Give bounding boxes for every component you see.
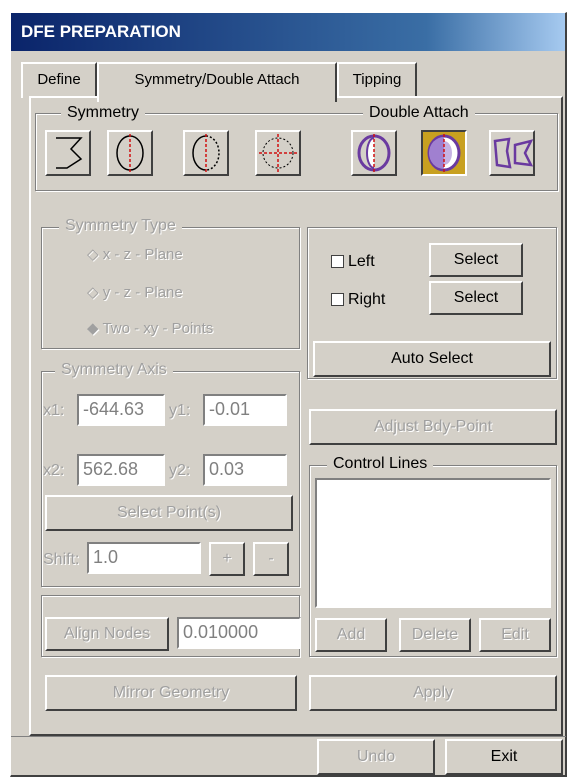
- radio-diamond-selected-icon: ◆: [87, 320, 103, 337]
- window-title: DFE PREPARATION: [11, 13, 565, 51]
- radio-xz-plane[interactable]: ◇ x - z - Plane: [87, 245, 183, 263]
- align-nodes-button[interactable]: Align Nodes: [45, 617, 169, 651]
- dfe-preparation-window: DFE PREPARATION Define Symmetry/Double A…: [10, 12, 567, 777]
- y1-field[interactable]: -0.01: [203, 394, 287, 426]
- y2-label: y2:: [169, 462, 191, 479]
- radio-diamond-icon: ◇: [87, 246, 103, 263]
- shift-plus-button[interactable]: +: [209, 542, 245, 576]
- y2-field[interactable]: 0.03: [203, 454, 287, 486]
- double-attach-shapes-button[interactable]: [489, 130, 535, 176]
- tab-tipping[interactable]: Tipping: [337, 62, 417, 98]
- radio-yz-plane[interactable]: ◇ y - z - Plane: [87, 283, 183, 301]
- double-attach-split-icon: [357, 134, 391, 172]
- left-checkbox[interactable]: Left: [331, 253, 375, 271]
- symmetry-type-label: Symmetry Type: [59, 217, 182, 235]
- symmetry-vertical-button[interactable]: [107, 130, 153, 176]
- double-attach-filled-icon: [427, 134, 461, 172]
- delete-control-line-button[interactable]: Delete: [399, 618, 471, 652]
- control-lines-label: Control Lines: [327, 455, 434, 473]
- auto-select-button[interactable]: Auto Select: [313, 341, 551, 377]
- x2-field[interactable]: 562.68: [77, 454, 165, 486]
- symmetry-half-button[interactable]: [183, 130, 229, 176]
- x1-field[interactable]: -644.63: [77, 394, 165, 426]
- align-tolerance-field[interactable]: 0.010000: [177, 617, 301, 649]
- double-attach-group-label: Double Attach: [363, 104, 475, 122]
- radio-two-xy-points[interactable]: ◆ Two - xy - Points: [87, 319, 213, 337]
- shift-minus-button[interactable]: -: [253, 542, 289, 576]
- footer-divider: [11, 736, 566, 737]
- tab-symmetry-double-attach[interactable]: Symmetry/Double Attach: [97, 62, 337, 102]
- shift-field[interactable]: 1.0: [87, 542, 201, 574]
- left-checkbox-box[interactable]: [331, 255, 344, 269]
- symmetry-axis-label: Symmetry Axis: [55, 361, 173, 379]
- select-left-button[interactable]: Select: [429, 243, 523, 277]
- apply-button[interactable]: Apply: [309, 675, 557, 711]
- y1-label: y1:: [169, 402, 191, 419]
- circle-vertical-axis-icon: [116, 134, 144, 172]
- x1-label: x1:: [43, 402, 65, 419]
- circle-dashed-half-icon: [192, 134, 220, 172]
- double-attach-split-button[interactable]: [351, 130, 397, 176]
- symmetry-group-label: Symmetry: [61, 104, 145, 122]
- exit-button[interactable]: Exit: [445, 739, 563, 775]
- select-points-button[interactable]: Select Point(s): [45, 495, 293, 531]
- double-attach-filled-button[interactable]: [421, 130, 467, 176]
- right-checkbox-box[interactable]: [331, 293, 344, 307]
- radio-diamond-icon: ◇: [87, 284, 103, 301]
- circle-crosshair-icon: [259, 134, 297, 172]
- control-lines-list[interactable]: [315, 478, 551, 608]
- add-control-line-button[interactable]: Add: [315, 618, 387, 652]
- zigzag-edge-button[interactable]: [45, 130, 91, 176]
- select-right-button[interactable]: Select: [429, 281, 523, 315]
- double-attach-shapes-icon: [493, 137, 533, 169]
- shift-label: Shift:: [43, 551, 80, 568]
- symmetry-quarter-button[interactable]: [255, 130, 301, 176]
- zigzag-edge-icon: [56, 137, 83, 169]
- right-checkbox[interactable]: Right: [331, 291, 385, 309]
- mirror-geometry-button[interactable]: Mirror Geometry: [45, 675, 297, 711]
- tab-define[interactable]: Define: [21, 62, 97, 98]
- edit-control-line-button[interactable]: Edit: [479, 618, 551, 652]
- x2-label: x2:: [43, 462, 65, 479]
- adjust-bdy-point-button[interactable]: Adjust Bdy-Point: [309, 409, 557, 445]
- undo-button[interactable]: Undo: [317, 739, 435, 775]
